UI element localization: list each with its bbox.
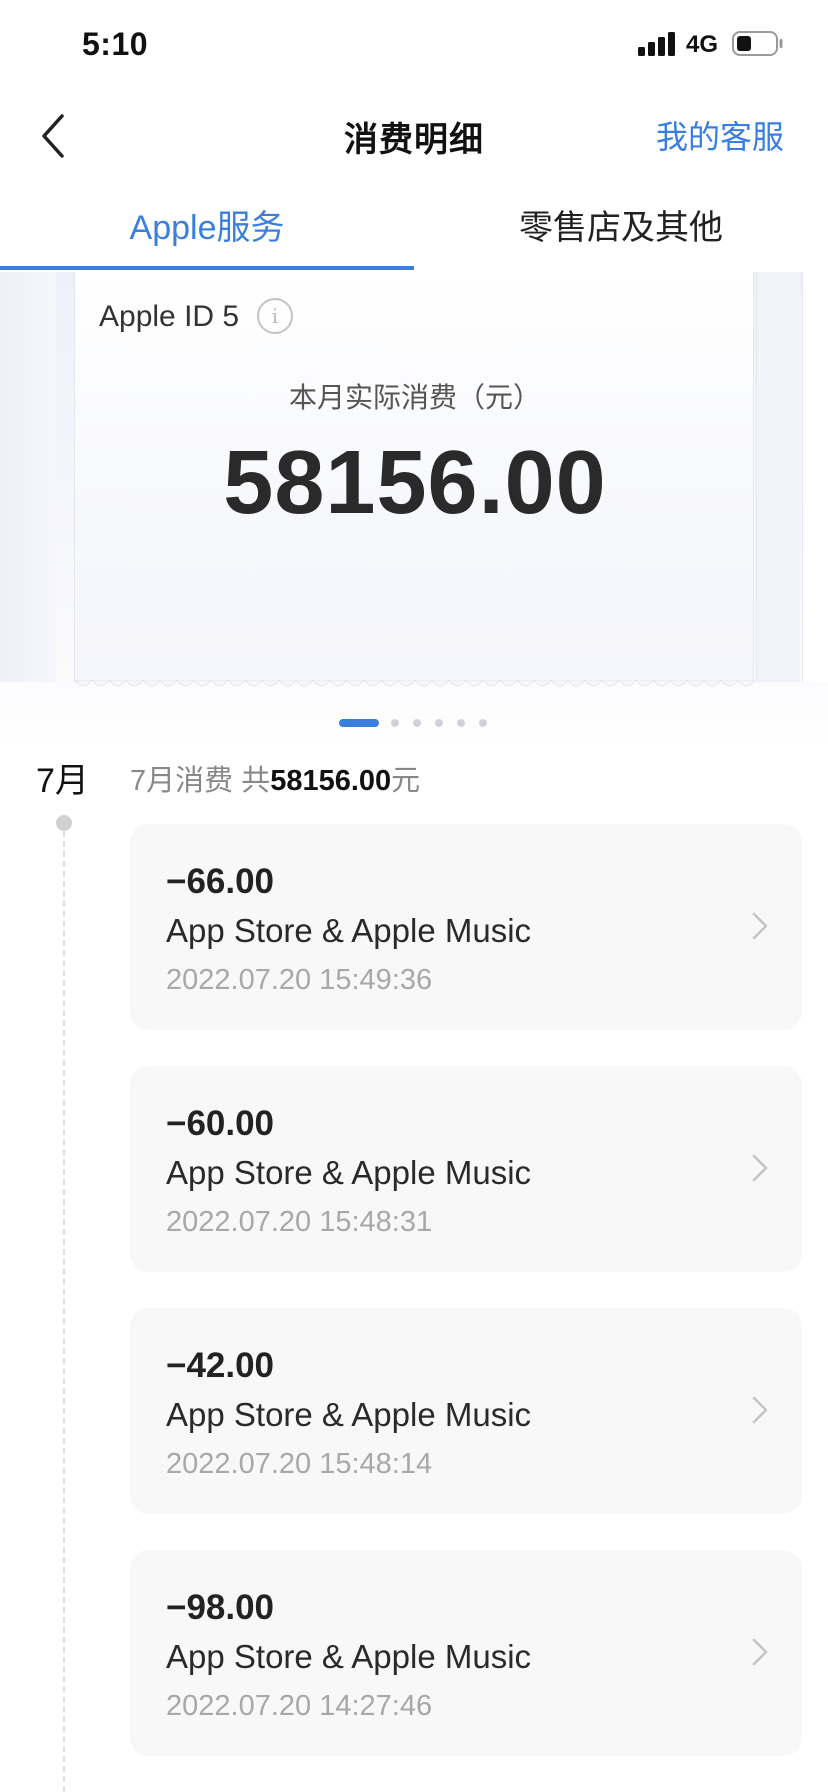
transaction-time: 2022.07.20 14:27:46 <box>166 1690 433 1722</box>
apple-id-label: Apple ID 5 <box>99 300 240 333</box>
nav-bar: 消费明细 我的客服 <box>0 90 828 180</box>
transaction-row[interactable]: −60.00 App Store & Apple Music 2022.07.2… <box>130 1066 802 1272</box>
transaction-amount: −66.00 <box>166 862 275 901</box>
far-card-peek <box>802 272 828 682</box>
chevron-right-icon <box>752 1638 768 1666</box>
transaction-row[interactable]: −66.00 App Store & Apple Music 2022.07.2… <box>130 824 802 1030</box>
transaction-merchant: App Store & Apple Music <box>166 912 532 949</box>
pager-dot <box>435 719 443 727</box>
chevron-right-icon <box>752 1396 768 1424</box>
tab-retail-and-other[interactable]: 零售店及其他 <box>414 200 828 249</box>
customer-service-link[interactable]: 我的客服 <box>656 112 784 158</box>
transaction-merchant: App Store & Apple Music <box>166 1638 532 1675</box>
transaction-time: 2022.07.20 15:48:31 <box>166 1206 433 1238</box>
transaction-row[interactable]: −42.00 App Store & Apple Music 2022.07.2… <box>130 1308 802 1514</box>
battery-icon <box>732 31 783 56</box>
month-summary-unit: 元 <box>391 765 421 797</box>
tab-indicator <box>0 266 414 270</box>
pager-dot <box>479 719 487 727</box>
month-spend-label: 本月实际消费（元） <box>288 382 541 413</box>
tab-apple-services[interactable]: Apple服务 <box>0 200 414 249</box>
tab-bar: Apple服务 零售店及其他 <box>0 180 828 272</box>
chevron-right-icon <box>752 912 768 940</box>
previous-card-peek <box>0 272 56 682</box>
transaction-row[interactable]: −98.00 App Store & Apple Music 2022.07.2… <box>130 1550 802 1756</box>
signal-icon <box>638 32 678 56</box>
transaction-amount: −60.00 <box>166 1104 275 1143</box>
next-card-peek <box>756 272 800 682</box>
info-icon[interactable]: i <box>257 298 293 334</box>
pager-dot-active <box>339 719 379 727</box>
month-heading: 7月 <box>36 762 89 800</box>
transaction-amount: −42.00 <box>166 1346 275 1385</box>
transaction-merchant: App Store & Apple Music <box>166 1154 532 1191</box>
transaction-time: 2022.07.20 15:49:36 <box>166 964 433 996</box>
transaction-merchant: App Store & Apple Music <box>166 1396 532 1433</box>
timeline-dot <box>56 815 72 831</box>
month-summary: 7月消费 共58156.00元 <box>130 757 420 799</box>
status-bar: 5:10 4G <box>0 0 828 90</box>
transaction-time: 2022.07.20 15:48:14 <box>166 1448 433 1480</box>
transaction-list: −66.00 App Store & Apple Music 2022.07.2… <box>130 824 802 1792</box>
pager-dot <box>413 719 421 727</box>
month-summary-total: 58156.00 <box>270 765 392 797</box>
carousel-pager <box>0 716 828 730</box>
summary-card: Apple ID 5 i 本月实际消费（元） 58156.00 <box>74 272 755 687</box>
card-scallop-edge <box>75 680 755 687</box>
transaction-amount: −98.00 <box>166 1588 275 1627</box>
timeline-line <box>63 831 65 1792</box>
summary-carousel[interactable]: Apple ID 5 i 本月实际消费（元） 58156.00 <box>0 272 828 752</box>
pager-dot <box>457 719 465 727</box>
month-spend-amount: 58156.00 <box>223 433 607 533</box>
status-time: 5:10 <box>82 26 149 62</box>
month-summary-prefix: 7月消费 共 <box>130 765 271 797</box>
network-label: 4G <box>686 31 719 58</box>
chevron-right-icon <box>752 1154 768 1182</box>
pager-dot <box>391 719 399 727</box>
